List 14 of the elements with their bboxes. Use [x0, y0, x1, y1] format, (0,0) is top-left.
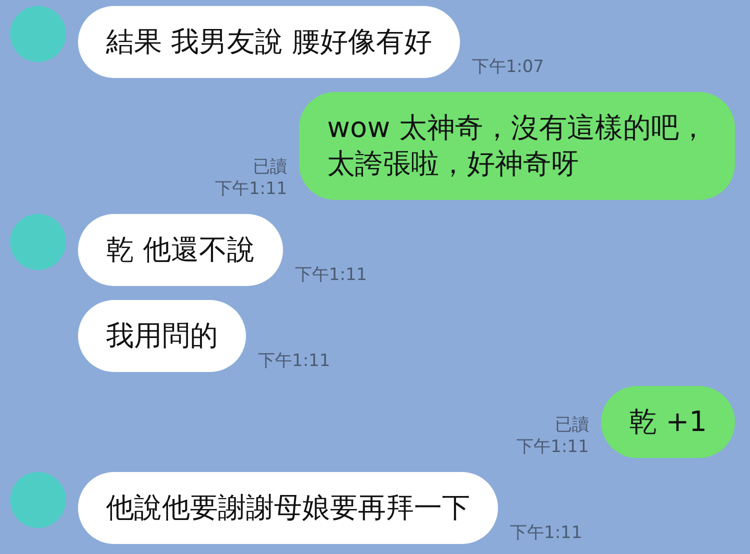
message-bubble: wow 太神奇，沒有這樣的吧， 太誇張啦，好神奇呀 [299, 92, 735, 200]
timestamp: 下午1:11 [510, 522, 582, 544]
message-bubble: 乾 +1 [600, 386, 735, 458]
timestamp: 下午1:11 [214, 178, 288, 200]
message-bubble: 他說他要謝謝母娘要再拜一下 [78, 472, 498, 544]
read-receipt: 已讀 [253, 156, 288, 178]
timestamp: 下午1:11 [516, 436, 589, 458]
message-bubble: 我用問的 [78, 300, 246, 372]
message-bubble: 乾 他還不說 [78, 214, 283, 286]
timestamp: 下午1:11 [258, 350, 330, 372]
message-bubble: 結果 我男友說 腰好像有好 [78, 6, 460, 78]
timestamp: 下午1:07 [472, 56, 544, 78]
timestamp: 下午1:11 [294, 264, 368, 286]
read-receipt: 已讀 [554, 414, 589, 436]
